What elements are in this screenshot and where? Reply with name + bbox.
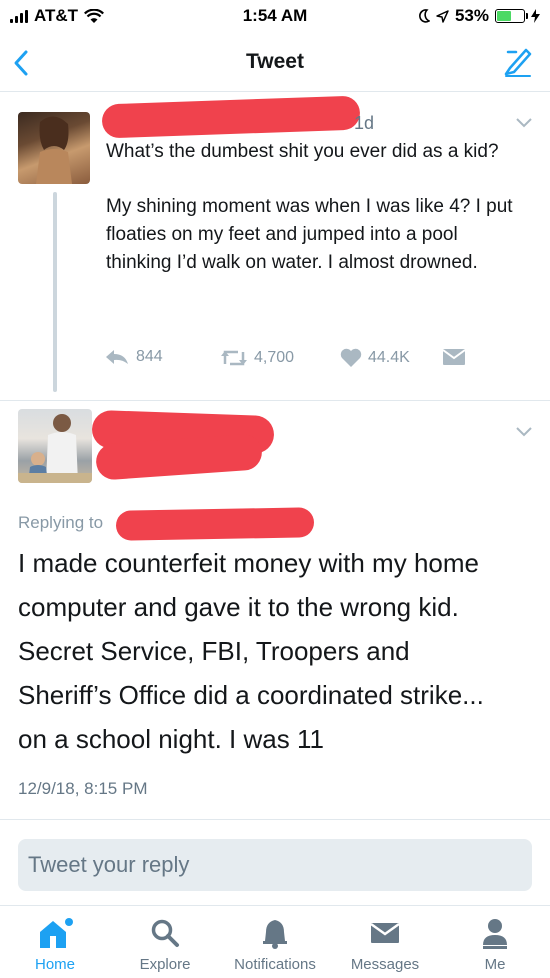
replying-to-label: Replying to xyxy=(18,513,104,532)
tab-messages[interactable]: Messages xyxy=(330,916,440,973)
reply-input[interactable]: Tweet your reply xyxy=(18,839,532,891)
page-title: Tweet xyxy=(246,50,304,73)
dm-action[interactable] xyxy=(442,348,466,366)
envelope-icon xyxy=(442,349,466,365)
like-action[interactable]: 44.4K xyxy=(340,348,410,368)
battery-percent: 53% xyxy=(454,6,489,25)
user-icon xyxy=(483,919,507,949)
tab-bar: Home Explore Notifications Messages Me xyxy=(0,905,550,978)
tweet-timestamp: 12/9/18, 8:15 PM xyxy=(18,779,148,798)
redacted-username xyxy=(101,95,361,139)
avatar[interactable] xyxy=(18,409,92,483)
redacted-reply-handle xyxy=(115,507,315,541)
tweet-actions: 844 4,700 44.4K xyxy=(104,348,484,372)
tweet-time: 1d xyxy=(354,113,375,133)
retweet-icon xyxy=(221,350,247,366)
reply-action[interactable]: 844 xyxy=(104,348,163,366)
chevron-down-icon[interactable] xyxy=(514,425,534,439)
avatar-photo xyxy=(18,414,92,483)
compose-icon xyxy=(504,48,532,77)
tab-label: Explore xyxy=(139,956,191,973)
tweet-text: I made counterfeit money with my home co… xyxy=(18,541,533,761)
tab-label: Notifications xyxy=(234,956,316,973)
tab-label: Home xyxy=(34,956,75,973)
nav-bar: Tweet xyxy=(0,34,550,92)
compose-button[interactable] xyxy=(502,46,534,78)
tweet-line: I made counterfeit money with my home xyxy=(18,548,479,578)
tweet-text: What’s the dumbest shit you ever did as … xyxy=(106,138,526,277)
tweet-line: Secret Service, FBI, Troopers and xyxy=(18,636,410,666)
tweet-line: on a school night. I was 11 xyxy=(18,724,324,754)
reply-tweet[interactable]: Replying to I made counterfeit money wit… xyxy=(0,400,550,820)
tab-explore[interactable]: Explore xyxy=(110,916,220,973)
tab-notifications[interactable]: Notifications xyxy=(220,916,330,973)
tab-me[interactable]: Me xyxy=(440,916,550,973)
avatar-photo xyxy=(36,116,72,184)
like-count: 44.4K xyxy=(368,349,410,366)
tweet-line: Sheriff’s Office did a coordinated strik… xyxy=(18,680,484,710)
tweet-line: computer and gave it to the wrong kid. xyxy=(18,592,459,622)
search-icon xyxy=(151,919,179,947)
thread-line xyxy=(53,192,57,392)
tab-label: Messages xyxy=(350,956,420,973)
tweet-question: What’s the dumbest shit you ever did as … xyxy=(106,141,499,162)
tweet-body: My shining moment was when I was like 4?… xyxy=(106,196,513,273)
retweet-count: 4,700 xyxy=(254,349,295,366)
bell-icon xyxy=(263,920,287,949)
reply-icon xyxy=(106,350,128,364)
charging-icon xyxy=(531,9,540,23)
heart-icon xyxy=(340,348,362,367)
avatar[interactable] xyxy=(18,112,90,184)
tab-label: Me xyxy=(484,956,506,973)
location-icon xyxy=(436,9,449,23)
moon-icon xyxy=(419,9,430,23)
reply-count: 844 xyxy=(136,348,163,365)
envelope-icon xyxy=(370,922,400,943)
tab-home[interactable]: Home xyxy=(0,916,110,973)
home-icon xyxy=(40,918,73,948)
retweet-action[interactable]: 4,700 xyxy=(220,348,294,368)
status-bar: AT&T 1:54 AM 53% xyxy=(0,0,550,34)
battery-icon xyxy=(495,9,528,23)
parent-tweet[interactable]: 1d What’s the dumbest shit you ever did … xyxy=(0,92,550,400)
chevron-down-icon[interactable] xyxy=(514,116,534,130)
